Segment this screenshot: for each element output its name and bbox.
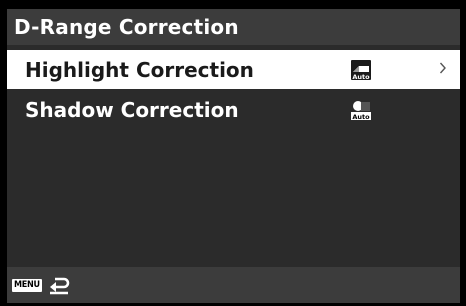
footer-bar: MENU (7, 267, 460, 303)
shadow-correction-auto-icon: Auto (351, 100, 371, 121)
auto-label: Auto (352, 73, 370, 81)
auto-label: Auto (352, 113, 370, 121)
menu-item-label: Highlight Correction (25, 58, 254, 82)
camera-menu-screen: D-Range Correction Highlight Correction … (0, 0, 466, 306)
return-arrow-icon[interactable] (46, 276, 72, 296)
page-title: D-Range Correction (14, 15, 239, 39)
menu-item-shadow-correction[interactable]: Shadow Correction Auto (7, 90, 460, 129)
title-bar: D-Range Correction (7, 9, 460, 45)
menu-panel: D-Range Correction Highlight Correction … (7, 9, 460, 303)
menu-button-label[interactable]: MENU (12, 279, 42, 292)
menu-item-highlight-correction[interactable]: Highlight Correction Auto (7, 50, 460, 89)
chevron-right-icon (439, 62, 446, 74)
menu-item-label: Shadow Correction (25, 98, 239, 122)
highlight-correction-auto-icon: Auto (351, 60, 371, 81)
